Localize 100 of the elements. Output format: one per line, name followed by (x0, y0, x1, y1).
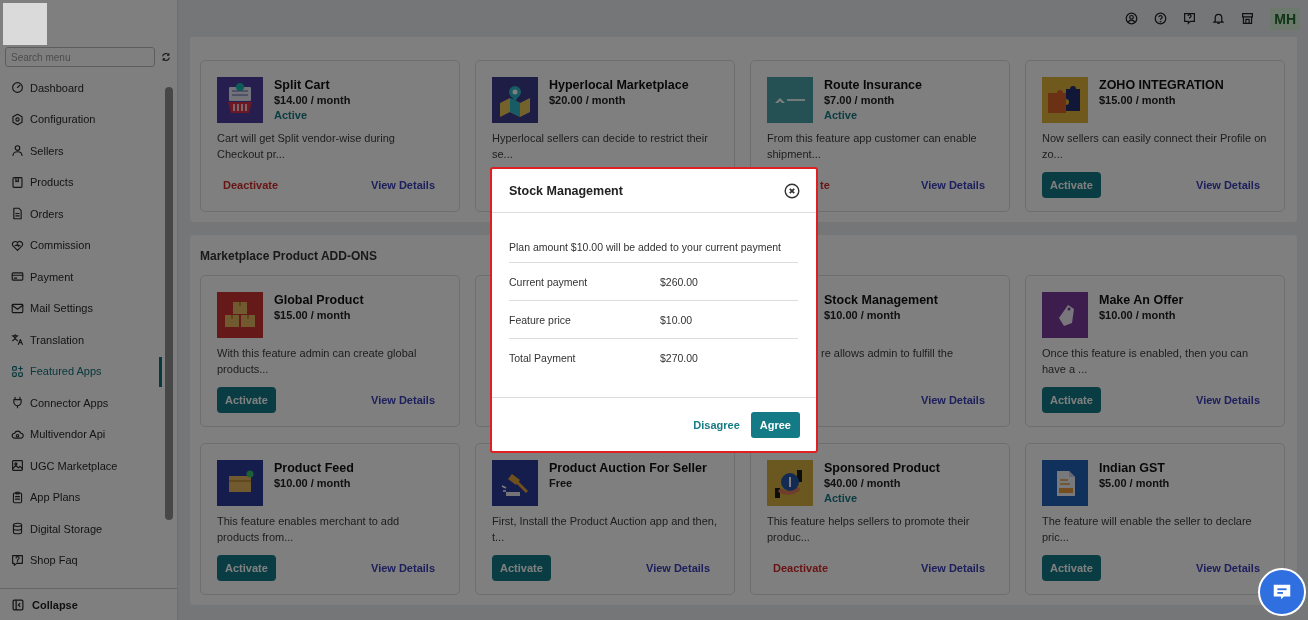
view-details-link[interactable]: View Details (371, 562, 435, 574)
sidebar-item[interactable]: Payment (0, 261, 162, 293)
status-label: Active (274, 108, 309, 123)
app-price: Free (549, 476, 574, 491)
app-price: $10.00 / month (1099, 308, 1177, 323)
app-description: From this feature app customer can enable shipment... (767, 131, 978, 162)
app-description: Hyperlocal sellers can decide to restrict their se... (492, 131, 709, 162)
boxes-icon (217, 292, 263, 338)
summary-value: $270.00 (660, 351, 698, 364)
refresh-icon[interactable] (161, 52, 171, 62)
activate-button[interactable]: Activate (1042, 387, 1101, 413)
agree-button[interactable]: Agree (750, 411, 800, 438)
summary-label: Total Payment (509, 351, 577, 364)
view-details-link[interactable]: View Details (1196, 394, 1260, 406)
chevron-logo-icon (767, 77, 813, 123)
sidebar-item[interactable]: App Plans (0, 481, 162, 513)
sidebar-item[interactable]: Translation (0, 324, 162, 356)
summary-value: $10.00 (660, 313, 693, 326)
app-description: First, Install the Product Auction app and then, t... (492, 514, 718, 545)
package-icon (217, 460, 263, 506)
app-name: Make An Offer (1099, 292, 1184, 308)
view-details-link[interactable]: View Details (1196, 562, 1260, 574)
app-price: $10.00 / month (824, 308, 902, 323)
sidebar-item[interactable]: Commission (0, 229, 162, 261)
activate-button[interactable]: Activate (1042, 172, 1101, 198)
gavel-icon (492, 460, 538, 506)
activate-button[interactable]: Activate (217, 555, 276, 581)
app-price: $14.00 / month (274, 93, 351, 108)
app-name: Product Auction For Seller (549, 460, 707, 476)
app-description: With this feature admin can create global products... (217, 346, 418, 377)
app-name: Product Feed (274, 460, 354, 476)
summary-label: Current payment (509, 275, 589, 288)
logo-placeholder (3, 3, 47, 45)
basket-icon (217, 77, 263, 123)
puzzle-icon (1042, 77, 1088, 123)
activate-button[interactable]: Activate (492, 555, 551, 581)
status-label: Active (824, 491, 859, 506)
view-details-link[interactable]: View Details (921, 562, 985, 574)
clipboard-icon (11, 490, 24, 504)
sidebar-item[interactable]: Featured Apps (0, 355, 162, 387)
deactivate-button[interactable]: te (820, 179, 830, 191)
app-description: Once this feature is enabled, then you can have a ... (1042, 346, 1250, 377)
app-price: $15.00 / month (1099, 93, 1177, 108)
user-avatar[interactable]: MH (1270, 7, 1300, 30)
help-icon (11, 553, 24, 567)
modal-title: Stock Management (509, 183, 623, 198)
app-description: Cart will get Split vendor-wise during Checkout pr... (217, 131, 396, 162)
apps-grid-icon (11, 364, 24, 378)
notification-icon[interactable] (1212, 12, 1226, 25)
tag-icon (1042, 292, 1088, 338)
plug-icon (11, 396, 24, 410)
sidebar-item[interactable]: Shop Faq (0, 544, 162, 576)
document-icon (11, 207, 24, 221)
app-name: Sponsored Product (824, 460, 940, 476)
collapse-button[interactable]: Collapse (0, 588, 177, 620)
view-details-link[interactable]: View Details (921, 394, 985, 406)
view-details-link[interactable]: View Details (371, 394, 435, 406)
help-icon[interactable] (1154, 12, 1168, 25)
store-icon[interactable] (1241, 12, 1255, 25)
view-details-link[interactable]: View Details (921, 179, 985, 191)
app-price: $10.00 / month (274, 476, 352, 491)
app-description: Now sellers can easily connect their Profile on zo... (1042, 131, 1268, 162)
scrollbar[interactable] (165, 87, 173, 520)
view-details-link[interactable]: View Details (371, 179, 435, 191)
sidebar-item[interactable]: Multivendor Api (0, 418, 162, 450)
sidebar-item[interactable]: Connector Apps (0, 387, 162, 419)
user-circle-icon[interactable] (1125, 12, 1139, 25)
activate-button[interactable]: Activate (1042, 555, 1101, 581)
feedback-icon[interactable] (1183, 12, 1197, 25)
app-price: $40.00 / month (824, 476, 902, 491)
close-icon[interactable] (784, 182, 800, 199)
app-description: re allows admin to fulfill the (820, 346, 955, 361)
app-description: The feature will enable the seller to declare pric... (1042, 514, 1253, 545)
view-details-link[interactable]: View Details (1196, 179, 1260, 191)
deactivate-button[interactable]: Deactivate (217, 179, 285, 191)
gauge-icon (11, 81, 24, 95)
database-icon (11, 522, 24, 536)
book-icon (11, 175, 24, 189)
app-name: Indian GST (1099, 460, 1166, 476)
sidebar-item[interactable]: Mail Settings (0, 292, 162, 324)
deactivate-button[interactable]: Deactivate (767, 562, 835, 574)
chat-button[interactable] (1258, 568, 1306, 616)
sidebar-item[interactable]: Configuration (0, 103, 162, 135)
sidebar-collapse-icon (12, 598, 24, 611)
summary-value: $260.00 (660, 275, 698, 288)
document-icon (1042, 460, 1088, 506)
view-details-link[interactable]: View Details (646, 562, 710, 574)
app-name: Stock Management (824, 292, 938, 308)
sidebar-item[interactable]: UGC Marketplace (0, 450, 162, 482)
sidebar-item[interactable]: Products (0, 166, 162, 198)
activate-button[interactable]: Activate (217, 387, 276, 413)
sidebar-item[interactable]: Digital Storage (0, 513, 162, 545)
app-name: Hyperlocal Marketplace (549, 77, 689, 93)
summary-label: Feature price (509, 313, 572, 326)
disagree-button[interactable]: Disagree (693, 418, 740, 431)
app-name: Global Product (274, 292, 364, 308)
sidebar-item[interactable]: Dashboard (0, 72, 162, 104)
hexagon-icon (11, 112, 24, 126)
sidebar-item[interactable]: Sellers (0, 135, 162, 167)
sidebar-item[interactable]: Orders (0, 198, 162, 230)
